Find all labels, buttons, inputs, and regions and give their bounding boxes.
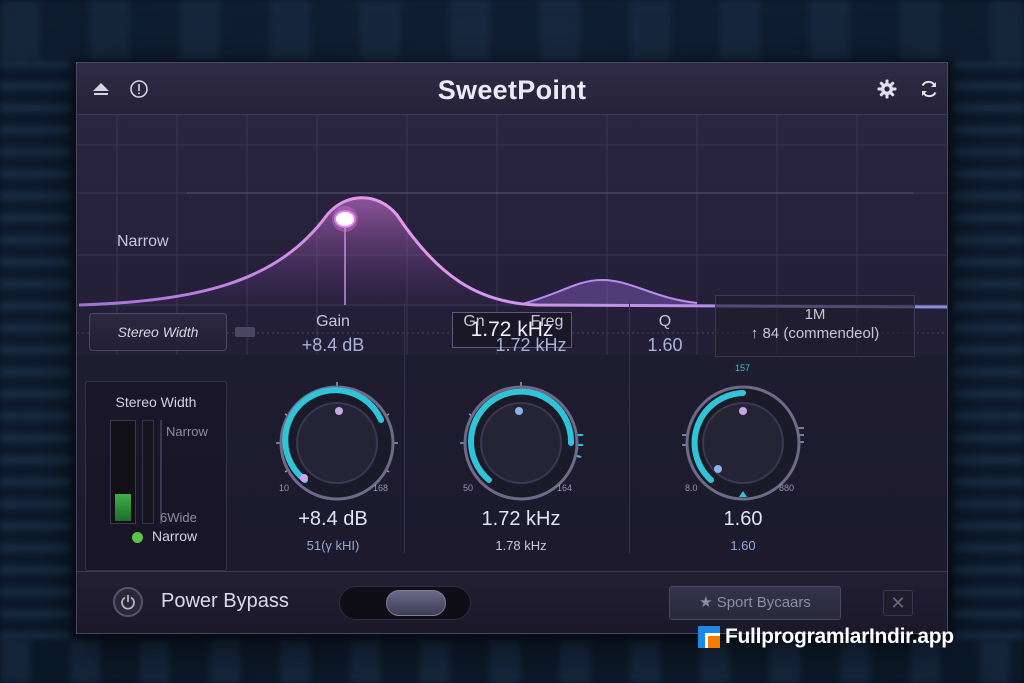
freq-max-label: 164	[557, 483, 573, 493]
close-icon[interactable]: ✕	[883, 590, 913, 616]
plugin-window: SweetPoint Narrow 1.72 kHz Stereo Width …	[76, 62, 948, 634]
gear-icon[interactable]	[875, 77, 899, 101]
meter-fill	[115, 494, 131, 521]
background-track-left	[0, 60, 70, 640]
q-header: Q	[658, 313, 672, 330]
gain-max-label: 168	[373, 483, 389, 493]
stereo-width-toggle[interactable]	[235, 327, 255, 337]
meter-secondary	[142, 420, 154, 524]
background-toolbar	[0, 0, 1024, 60]
sport-bypass-button[interactable]: ★ Sport Bycaars	[669, 586, 841, 620]
stereo-width-meter	[110, 420, 136, 524]
status-dot	[132, 532, 143, 543]
suggestion-value: 84 (commendeol)	[762, 325, 880, 342]
gain-display: +8.4 dB	[298, 508, 368, 530]
watermark-text: FullprogramlarIndir.app	[725, 625, 954, 648]
refresh-icon[interactable]	[917, 77, 941, 101]
q-max-label: 880	[779, 483, 795, 493]
power-bypass-label: Power Bypass	[161, 590, 289, 612]
titlebar: SweetPoint	[77, 63, 947, 115]
q-subvalue: 1.60	[730, 538, 756, 553]
gain-value: +8.4 dB	[301, 335, 365, 355]
q-value: 1.60	[647, 335, 683, 355]
q-top-label: 157	[735, 363, 751, 373]
gain-subvalue: 51(γ kHI)	[306, 538, 360, 553]
band-label: Narrow	[117, 233, 169, 250]
meter-bottom-label: 6Wide	[160, 510, 197, 525]
watermark: FullprogramlarIndir.app	[698, 624, 954, 650]
suggestion-box: 1M ↑ 84 (commendeol)	[715, 295, 915, 357]
frequency-subvalue: 1.78 kHz	[495, 538, 547, 553]
up-arrow-small-icon: ↑	[750, 325, 763, 342]
power-icon	[121, 595, 135, 610]
frequency-display: 1.72 kHz	[481, 508, 561, 530]
meter-status-label: Narrow	[152, 528, 198, 544]
bypass-switch[interactable]	[339, 586, 471, 620]
freq-value: 1.72 kHz	[495, 335, 567, 355]
gain-min-label: 10	[279, 483, 290, 493]
q-min-label: 8.0	[685, 483, 698, 493]
meter-scale	[160, 420, 162, 524]
background-track-right	[954, 60, 1024, 640]
freq-header: Freg	[530, 313, 564, 330]
gain-header: Gain	[316, 313, 350, 330]
power-button[interactable]	[113, 587, 143, 617]
watermark-logo-icon	[698, 626, 720, 648]
suggestion-title: 1M	[804, 306, 826, 323]
gn-header: Gn	[463, 313, 485, 330]
app-title: SweetPoint	[437, 75, 587, 105]
suggestion-row: ↑ 84 (commendeol)	[716, 325, 914, 342]
stereo-width-button[interactable]: Stereo Width	[89, 313, 227, 351]
q-display: 1.60	[723, 508, 763, 530]
divider	[629, 303, 630, 553]
meter-top-label: Narrow	[166, 424, 208, 439]
meter-title: Stereo Width	[115, 394, 197, 410]
bypass-switch-thumb[interactable]	[386, 590, 446, 616]
freq-min-label: 50	[463, 483, 474, 493]
stereo-width-meter-panel: Stereo Width Narrow 6Wide Narrow	[85, 381, 227, 571]
